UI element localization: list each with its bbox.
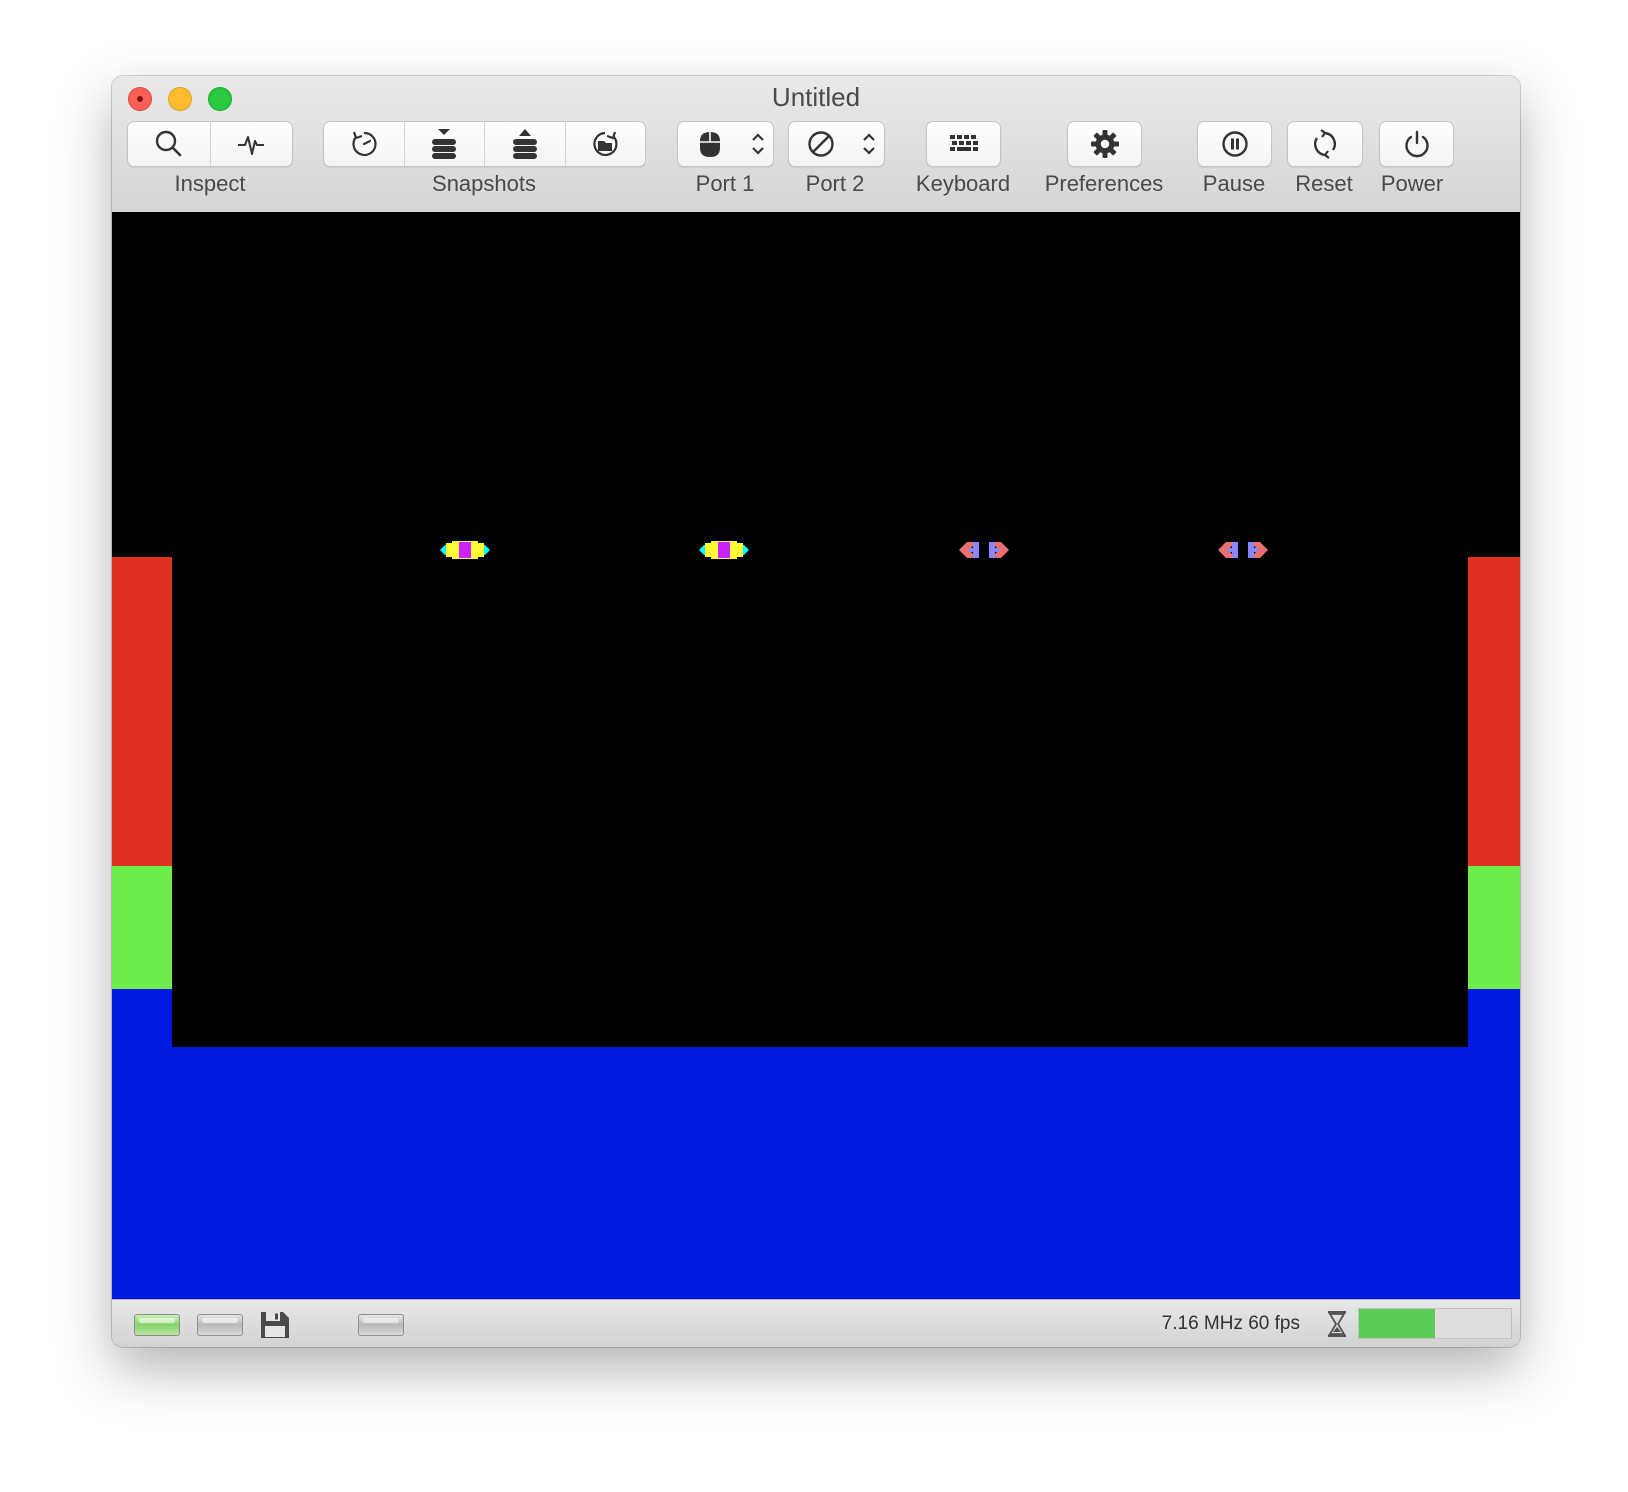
preferences-button[interactable] xyxy=(1067,121,1142,167)
saucer-sprite-2 xyxy=(699,541,749,559)
snapshots-label: Snapshots xyxy=(432,171,536,196)
playfield xyxy=(172,557,1468,1047)
gear-icon xyxy=(1090,130,1119,158)
browse-snapshots-button[interactable] xyxy=(564,122,646,166)
chevron-updown-icon xyxy=(751,133,764,155)
monitor-button[interactable] xyxy=(209,122,293,166)
left-green-bar xyxy=(112,866,172,989)
drive-led-idle[interactable] xyxy=(197,1314,243,1336)
port1-device xyxy=(678,122,742,166)
keyboard-label: Keyboard xyxy=(915,171,1011,196)
snapshots-segmented-control xyxy=(323,121,646,167)
keyboard-button[interactable] xyxy=(926,121,1001,167)
saucer-sprite-3 xyxy=(959,542,1009,558)
no-device-icon xyxy=(808,131,834,157)
take-snapshot-button[interactable] xyxy=(403,122,485,166)
inspector-button[interactable] xyxy=(128,122,210,166)
hourglass-icon[interactable] xyxy=(1326,1310,1348,1338)
preferences-label: Preferences xyxy=(1044,171,1164,196)
warp-progress-bar xyxy=(1358,1308,1512,1339)
port2-label: Port 2 xyxy=(805,171,865,196)
right-green-bar xyxy=(1468,866,1520,989)
inspect-label: Inspect xyxy=(174,171,246,196)
keyboard-icon xyxy=(949,135,978,151)
port2-device xyxy=(789,122,853,166)
progress-fill xyxy=(1359,1309,1435,1338)
port1-popup[interactable] xyxy=(677,121,774,167)
port2-popup[interactable] xyxy=(788,121,885,167)
pause-button[interactable] xyxy=(1197,121,1272,167)
saucer-sprite-1 xyxy=(440,541,490,559)
port1-stepper xyxy=(742,122,773,166)
power-label: Power xyxy=(1380,171,1444,196)
port2-stepper xyxy=(853,122,884,166)
emulator-screen[interactable] xyxy=(112,212,1520,1299)
reset-label: Reset xyxy=(1295,171,1353,196)
saucer-sprite-4 xyxy=(1218,542,1268,558)
status-bar: 7.16 MHz 60 fps xyxy=(112,1299,1520,1347)
titlebar: Untitled Inspect Snapshots Port 1 Port 2… xyxy=(112,76,1520,213)
inspect-segmented-control xyxy=(127,121,293,167)
chevron-updown-icon xyxy=(862,133,875,155)
drive-led-active[interactable] xyxy=(134,1314,180,1336)
top-black-area xyxy=(112,212,1520,557)
restore-snapshot-icon xyxy=(512,129,537,159)
drive-led-idle-2[interactable] xyxy=(358,1314,404,1336)
browse-snapshots-icon xyxy=(593,131,618,157)
emulator-window: Untitled Inspect Snapshots Port 1 Port 2… xyxy=(112,76,1520,1347)
left-red-bar xyxy=(112,557,172,866)
power-icon xyxy=(1404,130,1429,158)
mouse-icon xyxy=(700,132,720,157)
speed-readout[interactable]: 7.16 MHz 60 fps xyxy=(1162,1313,1300,1335)
rewind-button[interactable] xyxy=(324,122,404,166)
right-red-bar xyxy=(1468,557,1520,866)
rewind-icon xyxy=(352,131,377,157)
take-snapshot-icon xyxy=(432,129,457,159)
search-icon xyxy=(155,130,182,157)
power-button[interactable] xyxy=(1379,121,1454,167)
reset-icon xyxy=(1314,129,1336,159)
port1-label: Port 1 xyxy=(695,171,755,196)
pause-icon xyxy=(1221,131,1248,157)
reset-button[interactable] xyxy=(1287,121,1363,167)
restore-snapshot-button[interactable] xyxy=(484,122,565,166)
waveform-icon xyxy=(238,136,265,155)
window-title: Untitled xyxy=(771,82,861,112)
floppy-disk-icon[interactable] xyxy=(259,1309,291,1341)
pause-label: Pause xyxy=(1202,171,1266,196)
